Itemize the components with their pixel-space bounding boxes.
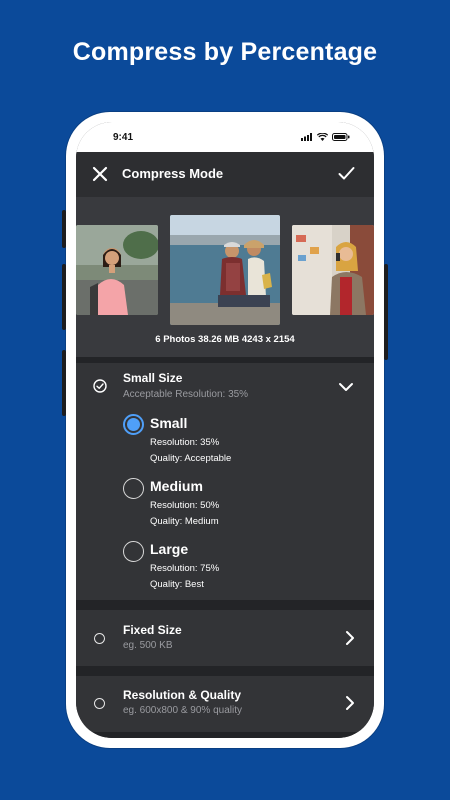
radio-fixed-size[interactable]: [94, 633, 105, 644]
sub-option-quality: Quality: Acceptable: [150, 453, 232, 464]
page-headline: Compress by Percentage: [72, 38, 378, 66]
photo-gallery[interactable]: 6 Photos 38.26 MB 4243 x 2154: [76, 197, 374, 357]
volume-up-button: [62, 210, 66, 248]
phone-frame: 9:41 Compress Mode 6 Photos 38.26 MB 424…: [62, 112, 388, 748]
confirm-button[interactable]: [338, 166, 355, 186]
battery-icon: [332, 133, 350, 141]
radio-medium[interactable]: [123, 478, 144, 499]
sub-option-title: Medium: [150, 478, 203, 494]
chevron-down-icon: [339, 383, 353, 391]
radio-large[interactable]: [123, 541, 144, 562]
status-time: 9:41: [113, 132, 134, 143]
sub-option-resolution: Resolution: 50%: [150, 500, 220, 511]
photo-image: [76, 225, 158, 315]
option-title: Resolution & Quality: [123, 688, 242, 702]
section-divider: [76, 600, 374, 610]
option-subtitle: eg. 600x800 & 90% quality: [123, 705, 242, 716]
check-icon: [338, 167, 355, 180]
option-subtitle: eg. 500 KB: [123, 640, 173, 651]
sub-option-quality: Quality: Medium: [150, 516, 219, 527]
expand-button[interactable]: [345, 695, 355, 716]
option-small-size[interactable]: Small Size Acceptable Resolution: 35% Sm…: [76, 363, 374, 600]
option-fixed-size[interactable]: Fixed Size eg. 500 KB: [76, 610, 374, 666]
photo-thumbnail[interactable]: [76, 225, 158, 315]
mute-button: [62, 350, 66, 416]
chevron-right-icon: [346, 631, 354, 645]
status-icons: [301, 133, 350, 141]
volume-down-button: [62, 264, 66, 330]
phone-screen: 9:41 Compress Mode 6 Photos 38.26 MB 424…: [76, 122, 374, 738]
option-resolution-quality[interactable]: Resolution & Quality eg. 600x800 & 90% q…: [76, 676, 374, 732]
notch: [150, 122, 300, 146]
status-bar: 9:41: [76, 122, 374, 152]
sub-option-title: Small: [150, 415, 188, 431]
power-button: [384, 264, 388, 360]
app-bar: Compress Mode: [76, 152, 374, 197]
sub-option-resolution: Resolution: 75%: [150, 563, 220, 574]
option-subtitle: Acceptable Resolution: 35%: [123, 389, 249, 400]
check-circle-icon: [93, 379, 107, 393]
section-divider: [76, 732, 374, 738]
section-divider: [76, 666, 374, 676]
sub-option-resolution: Resolution: 35%: [150, 437, 220, 448]
radio-small[interactable]: [123, 414, 144, 435]
expand-button[interactable]: [345, 630, 355, 651]
collapse-button[interactable]: [338, 379, 354, 397]
close-button[interactable]: [92, 166, 108, 187]
radio-resolution-quality[interactable]: [94, 698, 105, 709]
photo-image: [292, 225, 374, 315]
app-bar-title: Compress Mode: [122, 166, 224, 181]
signal-icon: [301, 133, 312, 141]
photo-thumbnail[interactable]: [292, 225, 374, 315]
chevron-right-icon: [346, 696, 354, 710]
close-icon: [92, 166, 108, 182]
photo-image: [170, 215, 280, 325]
photos-summary: 6 Photos 38.26 MB 4243 x 2154: [155, 334, 295, 345]
sub-option-quality: Quality: Best: [150, 579, 204, 590]
option-title: Fixed Size: [123, 623, 182, 637]
photo-thumbnail-selected[interactable]: [170, 215, 280, 325]
option-title: Small Size: [123, 371, 183, 385]
sub-option-title: Large: [150, 541, 189, 557]
wifi-icon: [317, 133, 328, 141]
